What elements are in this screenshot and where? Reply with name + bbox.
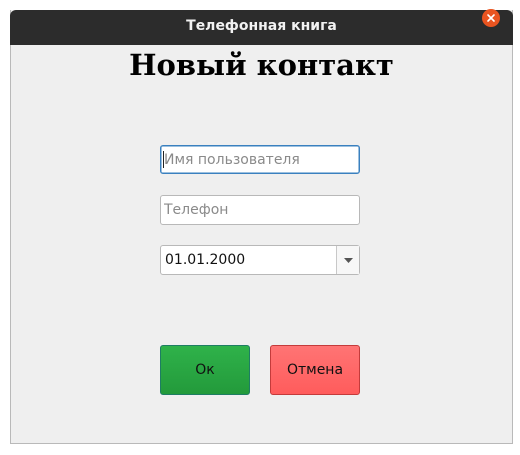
close-icon xyxy=(487,14,495,22)
page-title: Новый контакт xyxy=(129,48,394,82)
cancel-button[interactable]: Отмена xyxy=(270,345,360,395)
cancel-button-label: Отмена xyxy=(286,362,344,378)
ok-button-label: Ок xyxy=(195,362,215,378)
window-title: Телефонная книга xyxy=(186,18,337,34)
date-picker[interactable]: 01.01.2000 xyxy=(160,245,360,275)
phone-input[interactable] xyxy=(160,195,360,225)
title-bar[interactable]: Телефонная книга xyxy=(10,10,513,45)
date-value[interactable]: 01.01.2000 xyxy=(165,246,245,274)
chevron-down-icon xyxy=(343,257,353,263)
text-caret xyxy=(163,151,164,168)
username-input[interactable] xyxy=(160,145,360,174)
ok-button[interactable]: Ок xyxy=(160,345,250,395)
date-dropdown-button[interactable] xyxy=(336,246,359,274)
close-button[interactable] xyxy=(482,9,500,27)
